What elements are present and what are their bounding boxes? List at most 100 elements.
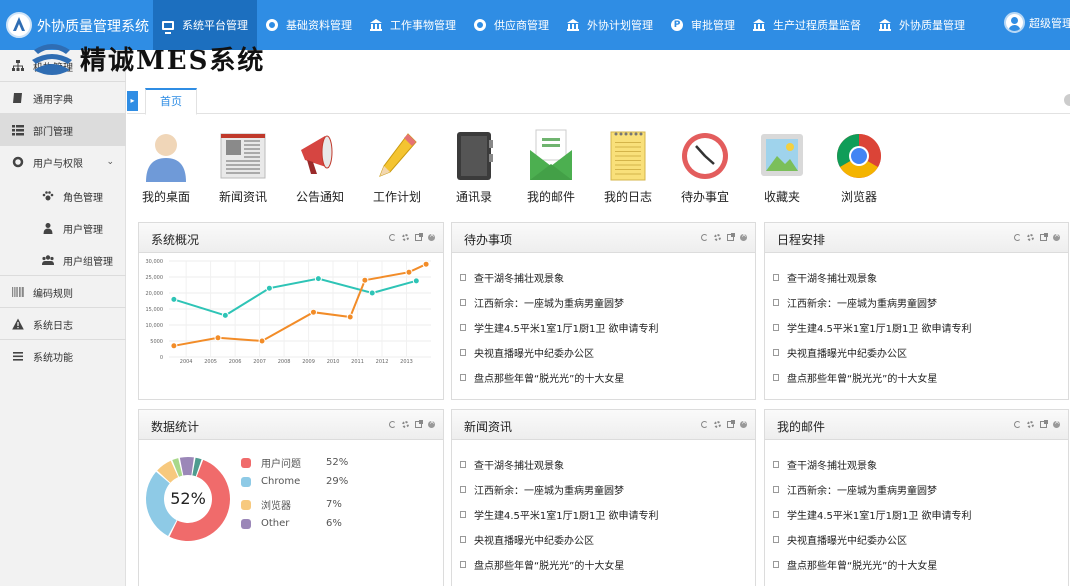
list-item[interactable]: 查干湖冬捕壮观景象 [460, 265, 659, 290]
refresh-icon[interactable] [389, 234, 396, 241]
sidebar-item-3[interactable]: 用户与权限 ⌄ [0, 146, 126, 178]
list-item[interactable]: 央视直播曝光中纪委办公区 [460, 527, 659, 552]
gear-icon[interactable] [714, 234, 721, 241]
list-item[interactable]: 查干湖冬捕壮观景象 [773, 265, 972, 290]
gear-icon[interactable] [1027, 421, 1034, 428]
shortcut-9[interactable]: 浏览器 [824, 128, 894, 205]
nav-item-2[interactable]: 工作事物管理 [361, 0, 465, 50]
sidebar-toggle-button[interactable]: ▸ [127, 91, 138, 111]
nav-item-4[interactable]: 外协计划管理 [558, 0, 662, 50]
document-icon [773, 461, 779, 468]
mail-icon [530, 129, 572, 180]
sidebar-item-4[interactable]: 角色管理 [0, 180, 126, 212]
sidebar-item-1[interactable]: 通用字典 [0, 82, 126, 114]
sidebar-item-8[interactable]: 系统日志 [0, 308, 126, 340]
refresh-icon[interactable] [701, 421, 708, 428]
list-item[interactable]: 学生建4.5平米1室1厅1厨1卫 欲申请专利 [460, 315, 659, 340]
shortcut-2[interactable]: 公告通知 [285, 128, 355, 205]
shortcut-6[interactable]: 我的日志 [593, 128, 663, 205]
shortcut-4[interactable]: 通讯录 [439, 128, 509, 205]
refresh-icon[interactable] [701, 234, 708, 241]
panel-title: 我的邮件 [777, 420, 826, 434]
dot-circle-icon [266, 19, 278, 31]
user-name[interactable]: 超级管理 [1029, 15, 1070, 31]
shortcut-3[interactable]: 工作计划 [362, 128, 432, 205]
list-item[interactable]: 江西新余：一座城为重病男童圆梦 [773, 290, 972, 315]
document-icon [460, 561, 466, 568]
x-tick-label: 2008 [278, 359, 291, 365]
refresh-icon[interactable] [1014, 234, 1021, 241]
list-item[interactable]: 江西新余：一座城为重病男童圆梦 [460, 477, 659, 502]
list-item-text: 盘点那些年曾“脱光光”的十大女星 [787, 561, 938, 572]
avatar[interactable] [1004, 12, 1025, 33]
list-item[interactable]: 学生建4.5平米1室1厅1厨1卫 欲申请专利 [773, 315, 972, 340]
shortcut-label: 浏览器 [840, 190, 877, 204]
refresh-icon[interactable] [1014, 421, 1021, 428]
close-icon[interactable] [428, 231, 435, 241]
close-icon[interactable] [1053, 418, 1060, 428]
expand-icon[interactable] [415, 420, 423, 428]
refresh-icon[interactable] [389, 421, 396, 428]
sidebar-item-5[interactable]: 用户管理 [0, 212, 126, 244]
list-item[interactable]: 央视直播曝光中纪委办公区 [773, 527, 972, 552]
gear-icon[interactable] [1027, 234, 1034, 241]
list-item[interactable]: 学生建4.5平米1室1厅1厨1卫 欲申请专利 [460, 502, 659, 527]
app-title: 外协质量管理系统 [37, 19, 149, 35]
nav-item-3[interactable]: 供应商管理 [465, 0, 558, 50]
gear-icon[interactable] [402, 234, 409, 241]
list-item[interactable]: 查干湖冬捕壮观景象 [773, 452, 972, 477]
close-icon[interactable] [740, 418, 747, 428]
list-item[interactable]: 盘点那些年曾“脱光光”的十大女星 [460, 365, 659, 390]
shortcut-icon-wrap [218, 128, 268, 184]
expand-icon[interactable] [1040, 420, 1048, 428]
tab-scroll-handle[interactable] [1064, 94, 1070, 106]
shortcut-1[interactable]: 新闻资讯 [208, 128, 278, 205]
shortcut-7[interactable]: 待办事宜 [670, 128, 740, 205]
x-tick-label: 2011 [351, 359, 364, 365]
user-menu[interactable]: 超级管理 [1004, 12, 1070, 33]
list-item[interactable]: 央视直播曝光中纪委办公区 [460, 340, 659, 365]
expand-icon[interactable] [727, 233, 735, 241]
shortcut-8[interactable]: 收藏夹 [747, 128, 817, 205]
sidebar-item-7[interactable]: 编码规则 [0, 276, 126, 308]
sidebar-item-6[interactable]: 用户组管理 [0, 244, 126, 276]
expand-icon[interactable] [415, 233, 423, 241]
nav-item-6[interactable]: 生产过程质量监督 [744, 0, 870, 50]
nav-item-5[interactable]: P 审批管理 [662, 0, 744, 50]
sidebar-item-label: 通用字典 [33, 94, 73, 106]
chrome-icon [837, 134, 881, 178]
list-item[interactable]: 盘点那些年曾“脱光光”的十大女星 [773, 552, 972, 577]
clock-icon [682, 133, 728, 179]
shortcut-5[interactable]: 我的邮件 [516, 128, 586, 205]
tab-home[interactable]: 首页 [145, 88, 197, 115]
sitemap-icon [12, 60, 24, 71]
shortcut-label: 我的邮件 [526, 190, 575, 204]
list-item[interactable]: 江西新余：一座城为重病男童圆梦 [460, 290, 659, 315]
list-item[interactable]: 学生建4.5平米1室1厅1厨1卫 欲申请专利 [773, 502, 972, 527]
close-icon[interactable] [1053, 231, 1060, 241]
list-item[interactable]: 央视直播曝光中纪委办公区 [773, 340, 972, 365]
gear-icon[interactable] [714, 421, 721, 428]
document-icon [773, 486, 779, 493]
list-item[interactable]: 江西新余：一座城为重病男童圆梦 [773, 477, 972, 502]
list-icon [12, 125, 24, 136]
panel-todo: 待办事项 查干湖冬捕壮观景象江西新余：一座城为重病男童圆梦学生建4.5平米1室1… [451, 222, 756, 400]
y-tick-label: 20,000 [146, 291, 164, 297]
expand-icon[interactable] [1040, 233, 1048, 241]
nav-item-7[interactable]: 外协质量管理 [870, 0, 974, 50]
circle-icon [12, 156, 24, 168]
nav-item-1[interactable]: 基础资料管理 [257, 0, 361, 50]
shortcut-0[interactable]: 我的桌面 [131, 128, 201, 205]
list-item[interactable]: 盘点那些年曾“脱光光”的十大女星 [460, 552, 659, 577]
close-icon[interactable] [428, 418, 435, 428]
legend-swatch [241, 457, 251, 468]
sidebar-item-9[interactable]: 系统功能 [0, 340, 126, 372]
gear-icon[interactable] [402, 421, 409, 428]
list-item[interactable]: 盘点那些年曾“脱光光”的十大女星 [773, 365, 972, 390]
book-icon [13, 93, 22, 103]
close-icon[interactable] [740, 231, 747, 241]
sidebar-item-2[interactable]: 部门管理 [0, 114, 126, 146]
list-item[interactable]: 查干湖冬捕壮观景象 [460, 452, 659, 477]
expand-icon[interactable] [727, 420, 735, 428]
desktop-user-icon [146, 134, 186, 182]
